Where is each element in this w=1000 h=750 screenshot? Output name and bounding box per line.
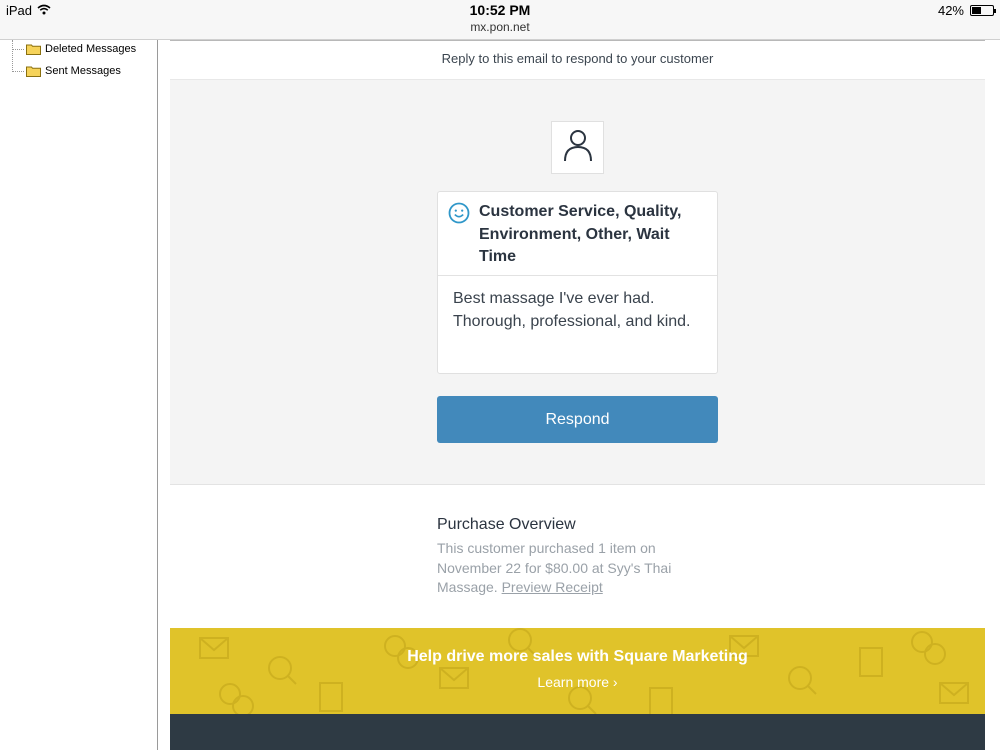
folder-label: Deleted Messages: [45, 43, 137, 55]
status-bar: iPad 10:52 PM mx.pon.net 42%: [0, 0, 1000, 40]
battery-icon: [970, 5, 996, 16]
email-body: Reply to this email to respond to your c…: [170, 40, 985, 750]
clock: 10:52 PM: [469, 2, 531, 18]
folder-deleted-messages[interactable]: Deleted Messages: [12, 43, 136, 55]
review-tags: Customer Service, Quality, Environment, …: [479, 203, 682, 265]
folder-sent-messages[interactable]: Sent Messages: [12, 65, 121, 77]
review-card-header: Customer Service, Quality, Environment, …: [438, 192, 717, 276]
address-bar[interactable]: mx.pon.net: [0, 20, 1000, 34]
promo-pattern: [199, 628, 969, 714]
promo-banner: Help drive more sales with Square Market…: [170, 628, 985, 714]
tree-branch: [12, 70, 24, 72]
folder-icon: [26, 65, 41, 77]
purchase-overview-text: This customer purchased 1 item on Novemb…: [437, 539, 717, 598]
purchase-overview-title: Purchase Overview: [437, 516, 576, 533]
avatar: [551, 121, 604, 174]
email-footer: [170, 714, 985, 750]
folder-icon: [26, 43, 41, 55]
promo-title: Help drive more sales with Square Market…: [407, 648, 748, 665]
preview-receipt-link[interactable]: Preview Receipt: [502, 579, 603, 595]
tree-branch: [12, 48, 24, 50]
reply-note: Reply to this email to respond to your c…: [441, 51, 714, 66]
learn-more-link[interactable]: Learn more ›: [170, 674, 985, 690]
folder-pane: Deleted Messages Sent Messages: [0, 40, 158, 750]
person-icon: [563, 128, 593, 167]
folder-label: Sent Messages: [45, 65, 121, 77]
smile-icon: [448, 202, 470, 224]
review-card: Customer Service, Quality, Environment, …: [437, 191, 718, 374]
review-comment: Best massage I've ever had. Thorough, pr…: [453, 290, 691, 330]
battery-percent: 42%: [937, 3, 964, 18]
status-right: 42%: [937, 3, 996, 18]
respond-button[interactable]: Respond: [437, 396, 718, 443]
divider: [170, 40, 985, 41]
